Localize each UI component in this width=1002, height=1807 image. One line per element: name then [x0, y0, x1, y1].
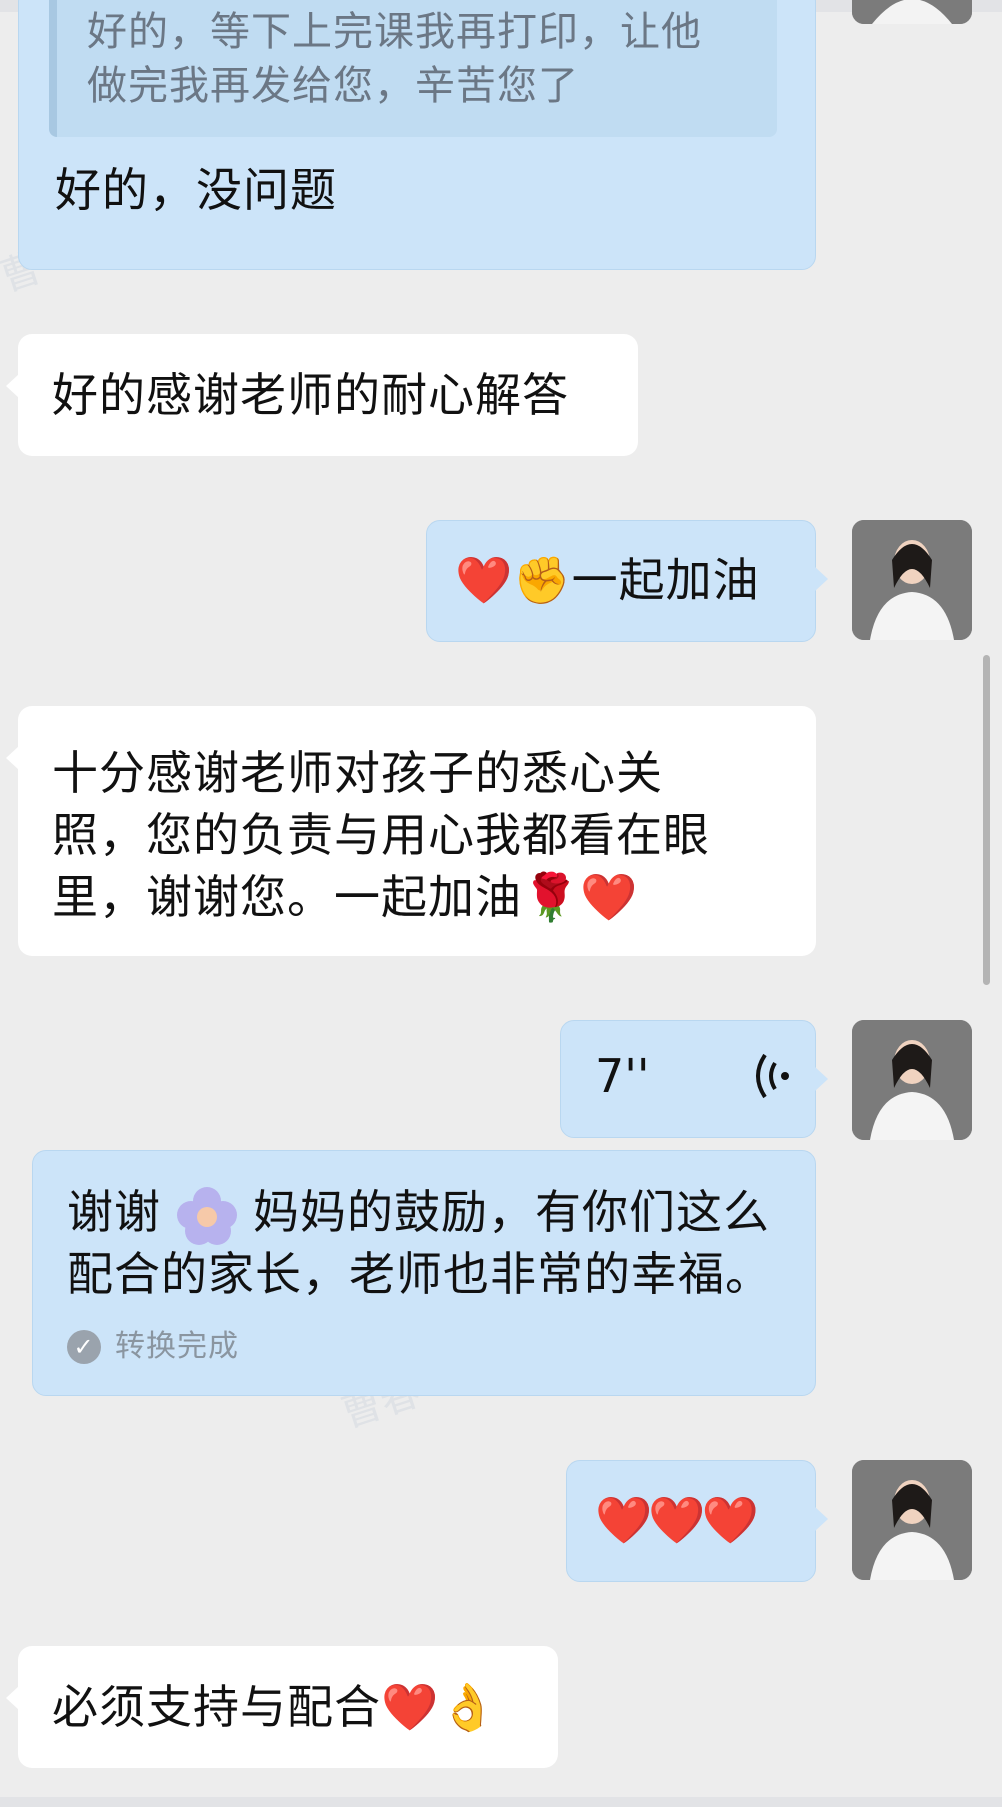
- message-text: 一起加油: [571, 553, 760, 607]
- message-bubble-incoming[interactable]: 十分感谢老师对孩子的悉心关 照，您的负责与用心我都看在眼 里，谢谢您。一起加油🌹…: [6, 706, 816, 956]
- scrollbar[interactable]: [983, 655, 990, 985]
- quoted-message[interactable]: 好的，等下上完课我再打印，让他 做完我再发给您，辛苦您了: [49, 0, 777, 137]
- heart-emoji-icon: ❤️: [580, 870, 639, 924]
- message-bubble-outgoing[interactable]: 好的，等下上完课我再打印，让他 做完我再发给您，辛苦您了 好的，没问题: [18, 0, 816, 270]
- heart-emoji-icon: ❤️: [455, 553, 514, 607]
- sender-avatar[interactable]: [852, 1460, 972, 1580]
- heart-emoji-icon: ❤️: [381, 1680, 440, 1734]
- sender-avatar[interactable]: [852, 1020, 972, 1140]
- voice-duration: 7'': [595, 1049, 650, 1103]
- message-text: 妈妈的鼓励，有你们这么: [253, 1185, 770, 1239]
- message-bubble-incoming[interactable]: 好的感谢老师的耐心解答: [6, 334, 638, 456]
- quote-line: 好的，等下上完课我再打印，让他: [87, 9, 702, 55]
- message-text: 谢谢: [67, 1185, 161, 1239]
- sender-avatar[interactable]: [852, 0, 972, 24]
- message-bubble-outgoing[interactable]: ❤️❤️❤️: [566, 1460, 828, 1582]
- message-text: 必须支持与配合: [52, 1680, 381, 1734]
- voice-message-bubble[interactable]: 7'': [560, 1020, 828, 1138]
- message-text: 配合的家长，老师也非常的幸福。: [67, 1247, 772, 1301]
- message-text: 好的，没问题: [55, 163, 337, 217]
- message-text: 十分感谢老师对孩子的悉心关: [52, 746, 663, 800]
- rose-emoji-icon: 🌹: [522, 870, 581, 924]
- bottom-divider: [0, 1797, 1002, 1807]
- sender-avatar[interactable]: [852, 520, 972, 640]
- fist-emoji-icon: ✊: [513, 553, 572, 607]
- voice-transcript-bubble[interactable]: 谢谢 妈妈的鼓励，有你们这么 配合的家长，老师也非常的幸福。 ✓ 转换完成: [32, 1150, 816, 1396]
- conversion-status: ✓ 转换完成: [67, 1329, 239, 1365]
- flower-sticker-icon: [161, 1186, 253, 1245]
- status-text: 转换完成: [115, 1329, 239, 1364]
- message-bubble-outgoing[interactable]: ❤️✊一起加油: [426, 520, 828, 642]
- message-bubble-incoming[interactable]: 必须支持与配合❤️👌: [6, 1646, 558, 1768]
- check-circle-icon: ✓: [67, 1330, 101, 1364]
- message-text: 里，谢谢您。一起加油: [52, 870, 522, 924]
- message-text: 好的感谢老师的耐心解答: [52, 368, 569, 422]
- ok-hand-emoji-icon: 👌: [439, 1680, 498, 1734]
- hearts-emoji-icon: ❤️❤️❤️: [595, 1493, 759, 1547]
- chat-area: 曹 曹春 好的，等下上完课我再打印，让他 做完我再发给您，辛苦您了 好的，没问题…: [0, 0, 1002, 1807]
- message-text: 照，您的负责与用心我都看在眼: [52, 808, 710, 862]
- quote-line: 做完我再发给您，辛苦您了: [87, 63, 579, 109]
- voice-wave-icon: [749, 1051, 793, 1105]
